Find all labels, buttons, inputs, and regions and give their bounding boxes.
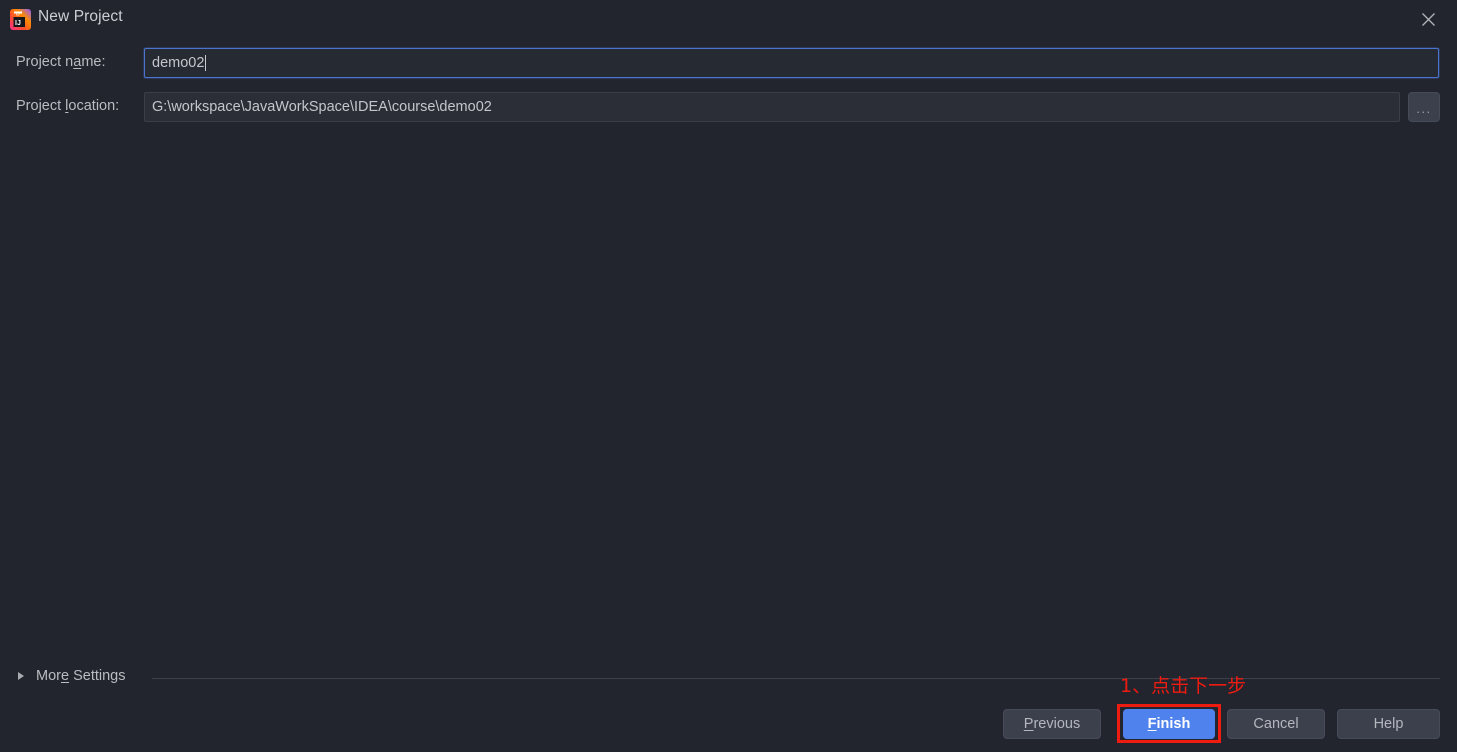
chevron-right-icon [18,672,24,680]
help-button[interactable]: Help [1337,709,1440,739]
more-settings-separator [152,678,1440,679]
ellipsis-icon: ... [1416,101,1432,116]
previous-button-suffix: revious [1033,716,1081,732]
more-settings-mnemonic: e [60,668,70,684]
finish-button-mnemonic: F [1147,716,1157,732]
finish-button[interactable]: Finish [1123,709,1215,739]
more-settings-suffix: Settings [69,668,126,684]
cancel-button-label: Cancel [1253,716,1299,732]
project-name-label: Project name: [16,54,105,70]
intellij-idea-logo-icon: IJ IJ [10,9,31,30]
previous-button-mnemonic: P [1023,716,1034,732]
more-settings-toggle[interactable]: More Settings [18,668,125,684]
new-project-dialog: IJ IJ New Project Project name: demo02 P… [0,0,1457,752]
svg-text:IJ: IJ [16,11,21,17]
project-name-label-prefix: Project n [16,54,74,70]
browse-location-button[interactable]: ... [1408,92,1440,122]
title-bar: IJ IJ New Project [0,0,1457,38]
more-settings-prefix: Mor [36,668,61,684]
project-location-label-suffix: ocation: [68,98,120,114]
project-name-input[interactable]: demo02 [144,48,1439,78]
text-caret [205,55,207,71]
help-button-label: Help [1373,716,1404,732]
annotation-label: 1、点击下一步 [1120,675,1247,697]
svg-text:IJ: IJ [15,20,21,27]
project-location-label: Project location: [16,98,119,114]
previous-button[interactable]: Previous [1003,709,1101,739]
close-icon[interactable] [1399,0,1457,38]
project-name-label-suffix: me: [81,54,106,70]
project-location-input[interactable]: G:\workspace\JavaWorkSpace\IDEA\course\d… [144,92,1400,122]
finish-button-suffix: inish [1156,716,1191,732]
project-location-value: G:\workspace\JavaWorkSpace\IDEA\course\d… [152,99,492,115]
project-location-label-prefix: Project [16,98,66,114]
more-settings-label: More Settings [36,668,125,684]
project-name-value: demo02 [152,55,205,71]
window-title: New Project [38,8,123,25]
cancel-button[interactable]: Cancel [1227,709,1325,739]
